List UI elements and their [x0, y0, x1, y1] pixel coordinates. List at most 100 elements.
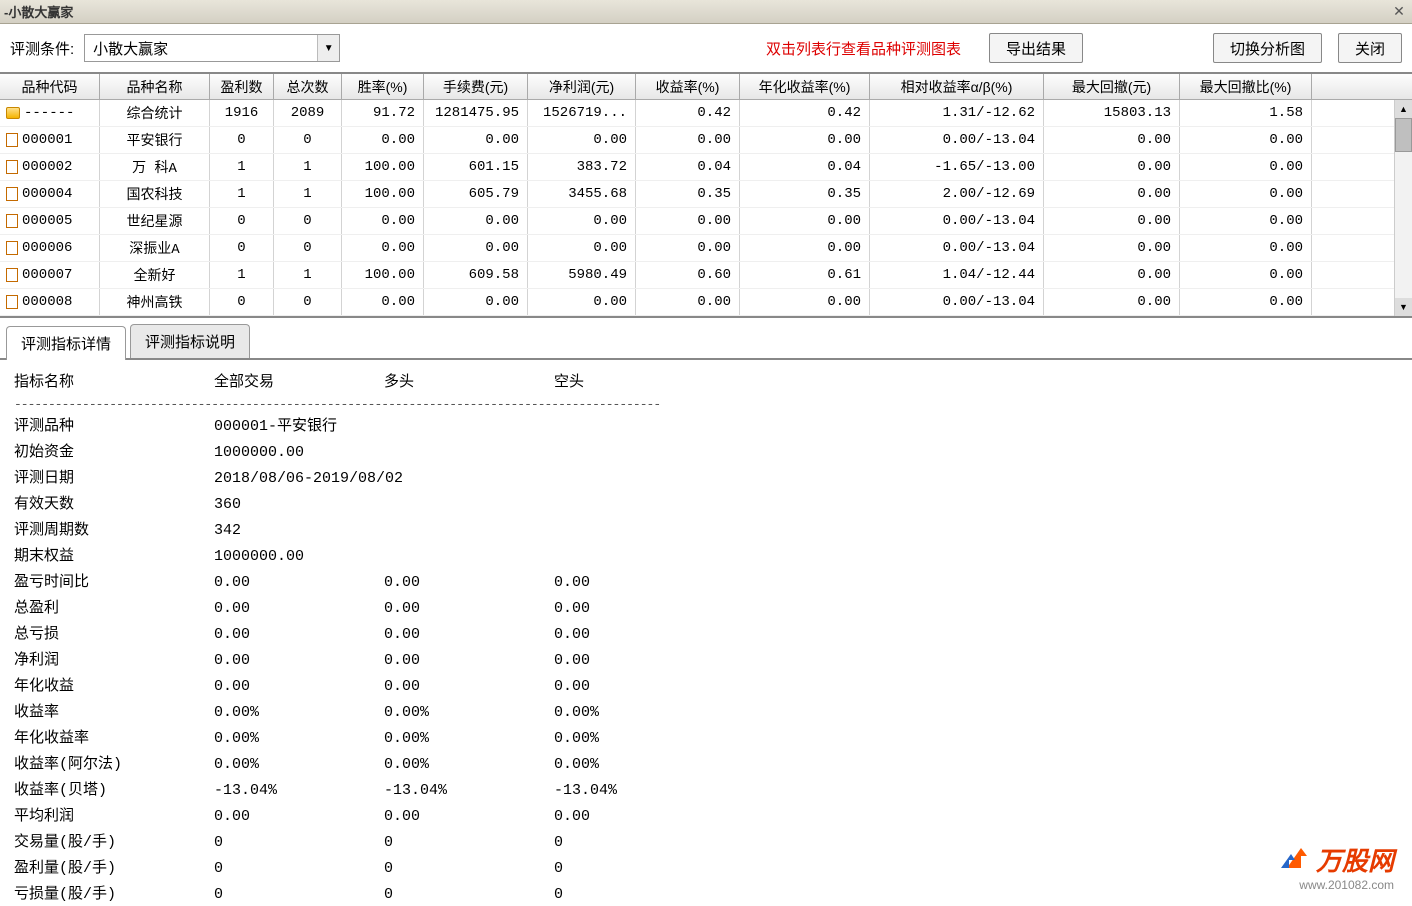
- tab-help[interactable]: 评测指标说明: [130, 324, 250, 358]
- cell-total: 2089: [274, 100, 342, 126]
- col-header[interactable]: 品种名称: [100, 74, 210, 99]
- table-row[interactable]: 000008神州高铁000.000.000.000.000.000.00/-13…: [0, 289, 1412, 316]
- cell-win: 0: [210, 235, 274, 261]
- cell-win: 1: [210, 262, 274, 288]
- detail-key: 评测周期数: [14, 518, 214, 544]
- col-header[interactable]: 收益率(%): [636, 74, 740, 99]
- cell-name: 万 科A: [100, 154, 210, 180]
- code-text: ------: [24, 105, 74, 121]
- cell-fee: 0.00: [424, 235, 528, 261]
- detail-all: 0: [214, 830, 384, 856]
- cell-win: 1916: [210, 100, 274, 126]
- detail-key: 评测品种: [14, 414, 214, 440]
- cell-name: 平安银行: [100, 127, 210, 153]
- detail-long: 0: [384, 830, 554, 856]
- close-button[interactable]: 关闭: [1338, 33, 1402, 63]
- detail-key: 亏损量(股/手): [14, 882, 214, 906]
- detail-tabs: 评测指标详情 评测指标说明: [0, 318, 1412, 360]
- cell-name: 世纪星源: [100, 208, 210, 234]
- detail-key: 有效天数: [14, 492, 214, 518]
- cell-win: 1: [210, 181, 274, 207]
- table-row[interactable]: 000006深振业A000.000.000.000.000.000.00/-13…: [0, 235, 1412, 262]
- cell-rate: 0.00: [342, 289, 424, 315]
- detail-panel: 指标名称 全部交易 多头 空头 ------------------------…: [0, 360, 1412, 906]
- col-header[interactable]: 最大回撤比(%): [1180, 74, 1312, 99]
- detail-short: 0: [554, 830, 724, 856]
- title-bar: -小散大赢家 ✕: [0, 0, 1412, 24]
- detail-long: 0.00: [384, 648, 554, 674]
- col-header[interactable]: 胜率(%): [342, 74, 424, 99]
- cell-total: 1: [274, 262, 342, 288]
- scroll-thumb[interactable]: [1395, 118, 1412, 152]
- detail-row: 年化收益0.000.000.00: [14, 674, 1398, 700]
- cell-annret: 0.61: [740, 262, 870, 288]
- cell-ddr: 0.00: [1180, 181, 1312, 207]
- col-header[interactable]: 手续费(元): [424, 74, 528, 99]
- col-header[interactable]: 最大回撤(元): [1044, 74, 1180, 99]
- condition-combo[interactable]: 小散大赢家 ▼: [84, 34, 340, 62]
- cell-ab: 0.00/-13.04: [870, 127, 1044, 153]
- cell-ab: 0.00/-13.04: [870, 289, 1044, 315]
- cell-profit: 0.00: [528, 235, 636, 261]
- cell-dd: 0.00: [1044, 154, 1180, 180]
- table-row[interactable]: ------综合统计1916208991.721281475.951526719…: [0, 100, 1412, 127]
- cell-ab: 1.31/-12.62: [870, 100, 1044, 126]
- window-close-button[interactable]: ✕: [1390, 4, 1408, 20]
- detail-key: 平均利润: [14, 804, 214, 830]
- scroll-up-icon[interactable]: ▲: [1395, 100, 1412, 118]
- table-row[interactable]: 000004国农科技11100.00605.793455.680.350.352…: [0, 181, 1412, 208]
- cell-rate: 0.00: [342, 235, 424, 261]
- col-header[interactable]: 品种代码: [0, 74, 100, 99]
- cell-annret: 0.04: [740, 154, 870, 180]
- col-header[interactable]: 总次数: [274, 74, 342, 99]
- scroll-down-icon[interactable]: ▼: [1395, 298, 1412, 316]
- detail-all: 0.00: [214, 648, 384, 674]
- detail-short: -13.04%: [554, 778, 724, 804]
- window-title: -小散大赢家: [4, 2, 73, 21]
- detail-all: 0.00%: [214, 700, 384, 726]
- condition-label: 评测条件:: [10, 38, 74, 59]
- grid-scrollbar[interactable]: ▲ ▼: [1394, 100, 1412, 316]
- detail-short: 0.00: [554, 596, 724, 622]
- detail-key: 收益率: [14, 700, 214, 726]
- cell-ab: 0.00/-13.04: [870, 208, 1044, 234]
- table-row[interactable]: 000005世纪星源000.000.000.000.000.000.00/-13…: [0, 208, 1412, 235]
- cell-ab: 0.00/-13.04: [870, 235, 1044, 261]
- cell-name: 神州高铁: [100, 289, 210, 315]
- cell-ret: 0.35: [636, 181, 740, 207]
- cell-profit: 0.00: [528, 208, 636, 234]
- cell-code: 000007: [0, 262, 100, 288]
- sheet-icon: [6, 187, 18, 201]
- detail-short: 0.00: [554, 570, 724, 596]
- tab-detail[interactable]: 评测指标详情: [6, 326, 126, 360]
- code-text: 000005: [22, 213, 72, 229]
- export-button[interactable]: 导出结果: [989, 33, 1083, 63]
- table-row[interactable]: 000007全新好11100.00609.585980.490.600.611.…: [0, 262, 1412, 289]
- table-row[interactable]: 000001平安银行000.000.000.000.000.000.00/-13…: [0, 127, 1412, 154]
- cell-ddr: 0.00: [1180, 208, 1312, 234]
- col-header[interactable]: 净利润(元): [528, 74, 636, 99]
- results-grid: 品种代码品种名称盈利数总次数胜率(%)手续费(元)净利润(元)收益率(%)年化收…: [0, 74, 1412, 318]
- detail-long: 0.00: [384, 596, 554, 622]
- cell-annret: 0.00: [740, 289, 870, 315]
- detail-header-indicator: 指标名称: [14, 370, 214, 396]
- switch-chart-button[interactable]: 切换分析图: [1213, 33, 1322, 63]
- detail-long: 0.00%: [384, 700, 554, 726]
- col-header[interactable]: 年化收益率(%): [740, 74, 870, 99]
- col-header[interactable]: 相对收益率α/β(%): [870, 74, 1044, 99]
- col-header[interactable]: 盈利数: [210, 74, 274, 99]
- detail-short: 0.00%: [554, 752, 724, 778]
- detail-row: 盈亏时间比0.000.000.00: [14, 570, 1398, 596]
- cell-win: 0: [210, 127, 274, 153]
- cell-ret: 0.42: [636, 100, 740, 126]
- detail-short: 0.00: [554, 648, 724, 674]
- detail-key: 年化收益率: [14, 726, 214, 752]
- cell-dd: 0.00: [1044, 289, 1180, 315]
- detail-value: 1000000.00: [214, 544, 714, 570]
- detail-value: 2018/08/06-2019/08/02: [214, 466, 714, 492]
- detail-header-all: 全部交易: [214, 370, 384, 396]
- detail-all: 0.00: [214, 570, 384, 596]
- detail-long: 0: [384, 882, 554, 906]
- cell-name: 综合统计: [100, 100, 210, 126]
- table-row[interactable]: 000002万 科A11100.00601.15383.720.040.04-1…: [0, 154, 1412, 181]
